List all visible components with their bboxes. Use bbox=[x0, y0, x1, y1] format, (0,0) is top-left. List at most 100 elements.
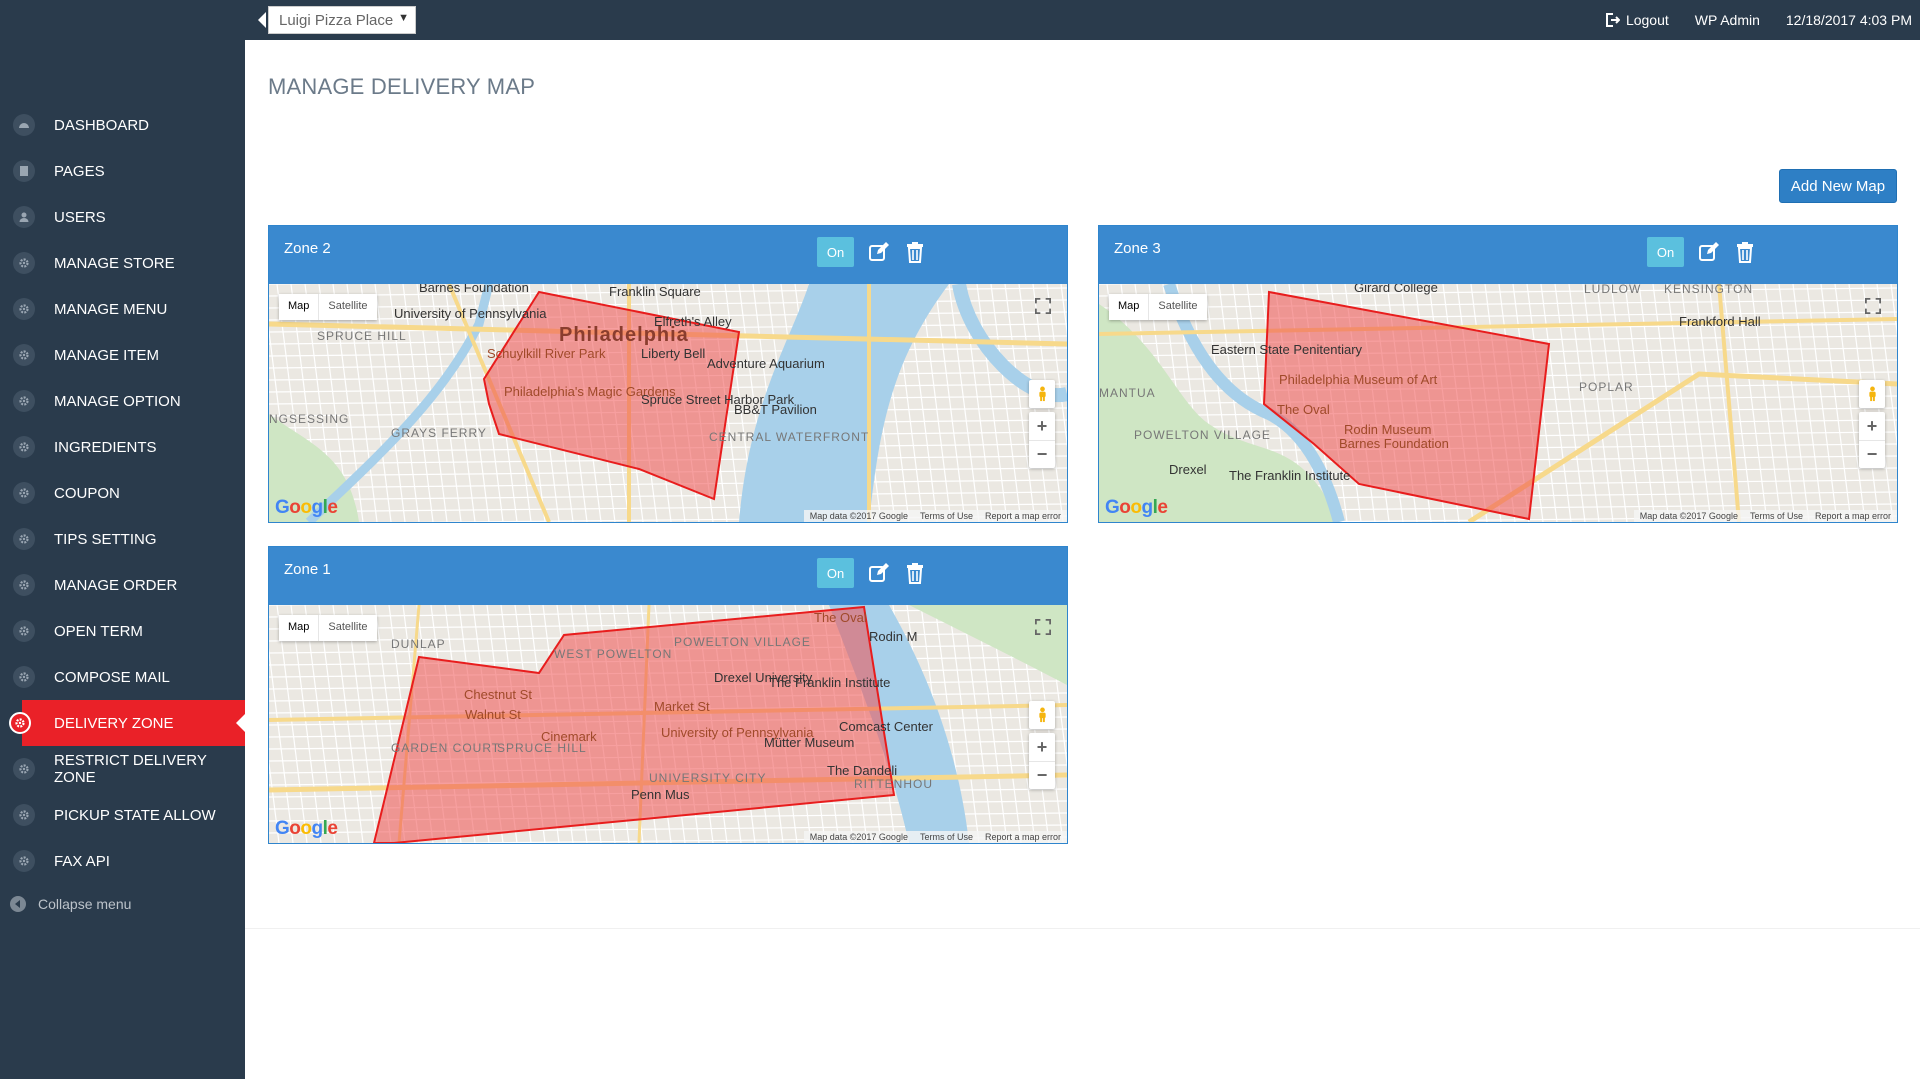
map-tiles[interactable] bbox=[269, 605, 1067, 843]
sidebar-item-label: FAX API bbox=[54, 852, 110, 870]
map-attribution: Map data ©2017 Google Terms of Use Report … bbox=[1633, 510, 1897, 522]
satellite-view-button[interactable]: Satellite bbox=[1148, 294, 1206, 320]
sidebar-item-restrict-delivery-zone[interactable]: RESTRICT DELIVERY ZONE bbox=[0, 746, 245, 792]
sidebar-item-dashboard[interactable]: DASHBOARD bbox=[0, 102, 245, 148]
zoom-out-button[interactable]: − bbox=[1029, 440, 1055, 468]
map-data-text: Map data ©2017 Google bbox=[809, 511, 908, 521]
sidebar-item-tips-setting[interactable]: TIPS SETTING bbox=[0, 516, 245, 562]
collapse-menu-label: Collapse menu bbox=[38, 896, 132, 912]
pages-icon bbox=[13, 160, 35, 182]
map-label-grays: GRAYS FERRY bbox=[391, 426, 487, 440]
report-error-link[interactable]: Report a map error bbox=[1815, 511, 1891, 521]
map-type-control: Map Satellite bbox=[1109, 294, 1207, 320]
edit-icon[interactable] bbox=[1698, 241, 1720, 263]
map-view-button[interactable]: Map bbox=[279, 294, 318, 320]
zoom-control: + − bbox=[1859, 412, 1885, 468]
terms-link[interactable]: Terms of Use bbox=[1750, 511, 1803, 521]
sidebar-toggle-arrow-icon[interactable] bbox=[258, 12, 266, 28]
sidebar-item-pickup-state-allow[interactable]: PICKUP STATE ALLOW bbox=[0, 792, 245, 838]
sidebar-menu: DASHBOARD PAGES USERS MANAGE STORE MANAGE ME… bbox=[0, 40, 245, 884]
gear-icon bbox=[13, 804, 35, 826]
zoom-in-button[interactable]: + bbox=[1029, 412, 1055, 440]
map-label-upenn: University of Pennsylvania bbox=[394, 306, 547, 321]
map-label-mantua: MANTUA bbox=[1099, 386, 1156, 400]
dashboard-icon bbox=[13, 114, 35, 136]
map-label-elfreth: Elfreth's Alley bbox=[654, 314, 732, 329]
logout-icon bbox=[1604, 12, 1626, 28]
zone-header: Zone 1 On bbox=[269, 547, 1067, 605]
satellite-view-button[interactable]: Satellite bbox=[318, 615, 376, 641]
satellite-view-button[interactable]: Satellite bbox=[318, 294, 376, 320]
map-view-button[interactable]: Map bbox=[1109, 294, 1148, 320]
map-view-button[interactable]: Map bbox=[279, 615, 318, 641]
zone-status-toggle[interactable]: On bbox=[817, 558, 854, 588]
map-label-spruce-hill: SPRUCE HILL bbox=[497, 741, 587, 755]
map-label-girard: Girard College bbox=[1354, 284, 1438, 295]
sidebar-item-label: TIPS SETTING bbox=[54, 530, 157, 548]
sidebar-item-open-term[interactable]: OPEN TERM bbox=[0, 608, 245, 654]
sidebar-item-manage-item[interactable]: MANAGE ITEM bbox=[0, 332, 245, 378]
zone-title: Zone 2 bbox=[284, 240, 331, 257]
map-label-market: Market St bbox=[654, 699, 710, 714]
sidebar-item-pages[interactable]: PAGES bbox=[0, 148, 245, 194]
sidebar-item-ingredients[interactable]: INGREDIENTS bbox=[0, 424, 245, 470]
street-view-pegman-icon[interactable] bbox=[1859, 380, 1885, 408]
trash-icon[interactable] bbox=[904, 241, 926, 263]
sidebar-item-manage-menu[interactable]: MANAGE MENU bbox=[0, 286, 245, 332]
fullscreen-icon[interactable] bbox=[1029, 292, 1057, 320]
zoom-in-button[interactable]: + bbox=[1859, 412, 1885, 440]
user-name[interactable]: WP Admin bbox=[1695, 12, 1760, 28]
gear-icon bbox=[13, 252, 35, 274]
delivery-map[interactable]: DUNLAP WEST POWELTON POWELTON VILLAGE Drexe… bbox=[269, 605, 1067, 843]
zoom-in-button[interactable]: + bbox=[1029, 733, 1055, 761]
map-label-oval: The Oval bbox=[814, 610, 867, 625]
map-label-comcast: Comcast Center bbox=[839, 719, 933, 734]
map-label-central: CENTRAL WATERFRONT bbox=[709, 430, 870, 444]
edit-icon[interactable] bbox=[868, 241, 890, 263]
delivery-map[interactable]: Girard College LUDLOW KENSINGTON Eastern St… bbox=[1099, 284, 1897, 522]
collapse-menu-button[interactable]: Collapse menu bbox=[0, 888, 245, 920]
fullscreen-icon[interactable] bbox=[1029, 613, 1057, 641]
sidebar-item-delivery-zone[interactable]: DELIVERY ZONE bbox=[9, 700, 245, 746]
terms-link[interactable]: Terms of Use bbox=[920, 832, 973, 842]
map-label-walnut: Walnut St bbox=[465, 707, 521, 722]
zone-title: Zone 3 bbox=[1114, 240, 1161, 257]
gear-icon bbox=[13, 666, 35, 688]
map-type-control: Map Satellite bbox=[279, 294, 377, 320]
report-error-link[interactable]: Report a map error bbox=[985, 832, 1061, 842]
edit-icon[interactable] bbox=[868, 562, 890, 584]
logout-label: Logout bbox=[1625, 12, 1669, 28]
zone-status-toggle[interactable]: On bbox=[1647, 237, 1684, 267]
logout-link[interactable]: Logout bbox=[1604, 12, 1669, 28]
map-data-text: Map data ©2017 Google bbox=[1639, 511, 1738, 521]
sidebar: DASHBOARD PAGES USERS MANAGE STORE MANAGE ME… bbox=[0, 40, 245, 1079]
trash-icon[interactable] bbox=[1734, 241, 1756, 263]
sidebar-item-manage-order[interactable]: MANAGE ORDER bbox=[0, 562, 245, 608]
gear-icon bbox=[13, 390, 35, 412]
street-view-pegman-icon[interactable] bbox=[1029, 701, 1055, 729]
sidebar-item-users[interactable]: USERS bbox=[0, 194, 245, 240]
sidebar-item-label: MANAGE OPTION bbox=[54, 392, 181, 410]
street-view-pegman-icon[interactable] bbox=[1029, 380, 1055, 408]
report-error-link[interactable]: Report a map error bbox=[985, 511, 1061, 521]
map-tiles[interactable] bbox=[1099, 284, 1897, 522]
sidebar-item-fax-api[interactable]: FAX API bbox=[0, 838, 245, 884]
sidebar-item-manage-store[interactable]: MANAGE STORE bbox=[0, 240, 245, 286]
store-select[interactable]: Luigi Pizza Place ▼ bbox=[268, 6, 416, 34]
zone-status-toggle[interactable]: On bbox=[817, 237, 854, 267]
fullscreen-icon[interactable] bbox=[1859, 292, 1887, 320]
delivery-map[interactable]: Philadelphia University of Pennsylvania SP… bbox=[269, 284, 1067, 522]
sidebar-item-manage-option[interactable]: MANAGE OPTION bbox=[0, 378, 245, 424]
sidebar-item-compose-mail[interactable]: COMPOSE MAIL bbox=[0, 654, 245, 700]
map-label-west-powelton: WEST POWELTON bbox=[554, 647, 673, 661]
trash-icon[interactable] bbox=[904, 562, 926, 584]
add-new-map-button[interactable]: Add New Map bbox=[1779, 169, 1897, 203]
terms-link[interactable]: Terms of Use bbox=[920, 511, 973, 521]
zoom-out-button[interactable]: − bbox=[1859, 440, 1885, 468]
sidebar-item-coupon[interactable]: COUPON bbox=[0, 470, 245, 516]
top-bar: Luigi Pizza Place ▼ Logout WP Admin 12/1… bbox=[0, 0, 1920, 40]
map-label-rittenhouse: RITTENHOU bbox=[854, 777, 933, 791]
map-label-dunlap: DUNLAP bbox=[391, 637, 446, 651]
zoom-out-button[interactable]: − bbox=[1029, 761, 1055, 789]
map-type-control: Map Satellite bbox=[279, 615, 377, 641]
